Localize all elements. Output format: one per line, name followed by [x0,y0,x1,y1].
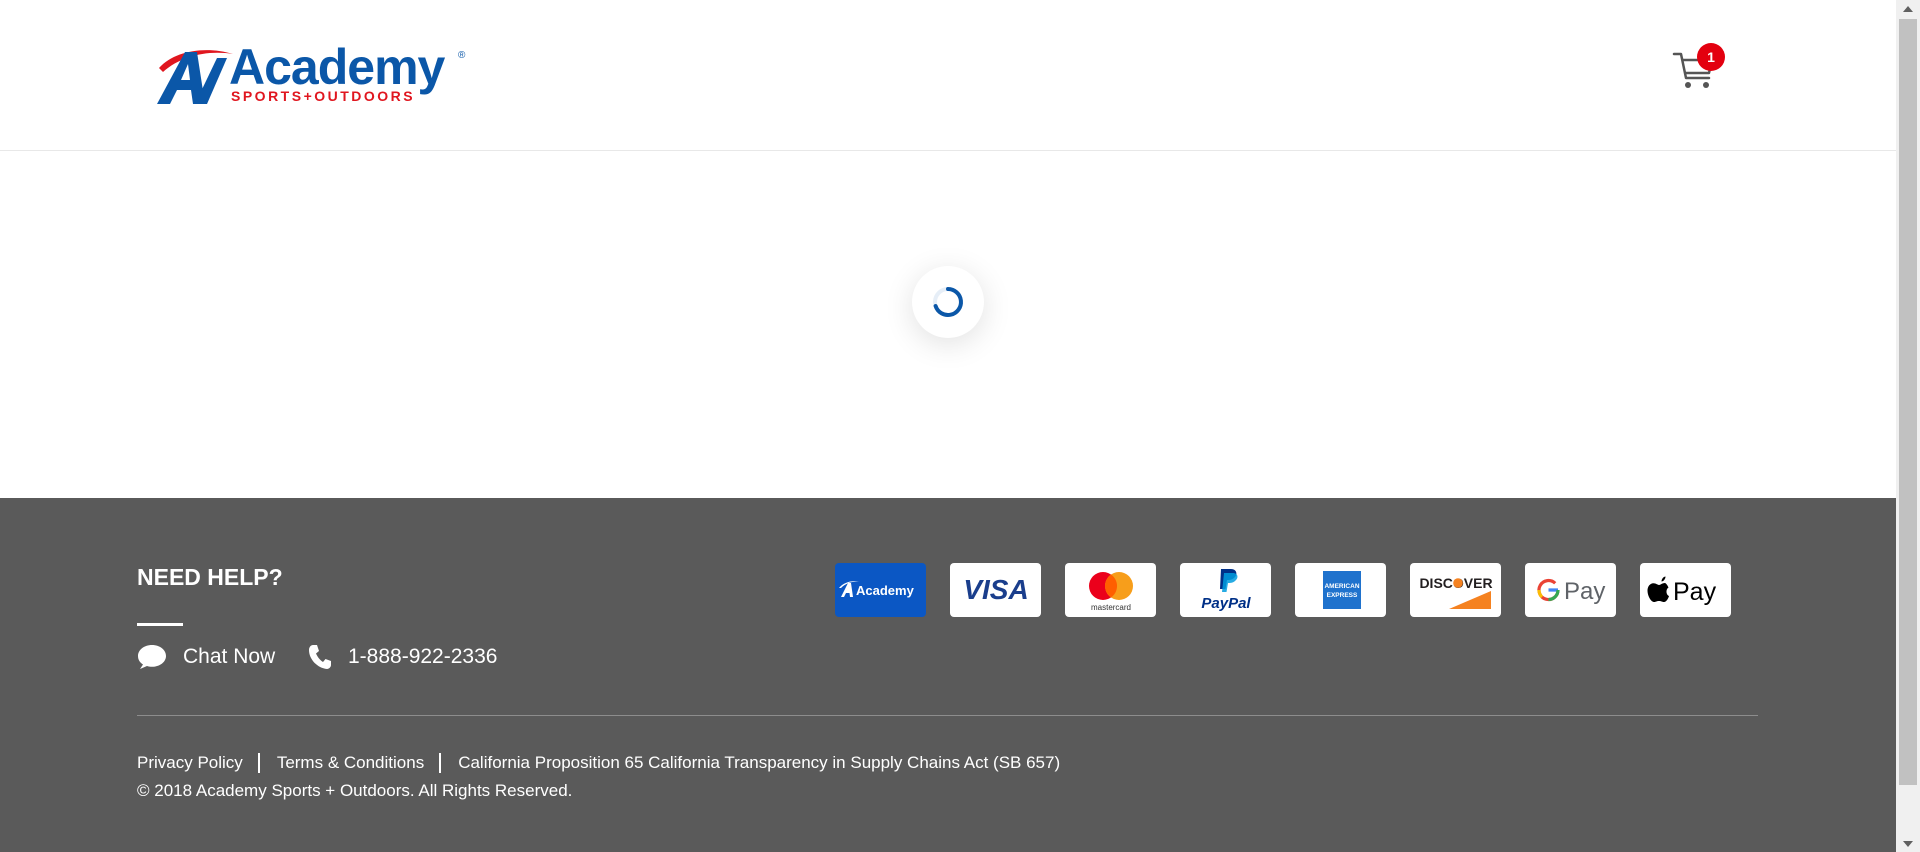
svg-text:PayPal: PayPal [1201,595,1251,612]
svg-text:Academy: Academy [856,583,915,598]
spinner-icon [933,287,963,317]
svg-text:EXPRESS: EXPRESS [1326,592,1357,599]
scroll-up-arrow-icon[interactable] [1896,0,1920,17]
phone-number: 1-888-922-2336 [348,645,498,668]
chat-now-link[interactable]: Chat Now [137,644,275,670]
link-separator [257,753,260,773]
svg-text:Pay: Pay [1673,578,1717,606]
phone-link[interactable]: 1-888-922-2336 [308,644,497,670]
svg-text:AMERICAN: AMERICAN [1324,583,1359,590]
page-scrollbar[interactable] [1896,0,1920,852]
scroll-down-arrow-icon[interactable] [1896,835,1920,852]
loading-spinner [912,266,984,338]
chat-now-label: Chat Now [183,645,276,668]
svg-text:VISA: VISA [963,574,1028,605]
link-separator [439,753,442,773]
footer-divider [137,715,1758,716]
logo-tagline: SPORTS+OUTDOORS [231,88,416,104]
academy-logo[interactable]: Academy ® SPORTS+OUTDOORS [155,39,475,108]
scrollbar-thumb[interactable] [1899,19,1917,785]
apple-pay-icon: Pay [1640,563,1731,617]
paypal-icon: PayPal [1180,563,1271,617]
chat-bubble-icon [138,645,166,669]
privacy-policy-link[interactable]: Privacy Policy [137,753,243,773]
mastercard-icon: mastercard [1065,563,1156,617]
amex-icon: AMERICAN EXPRESS [1295,563,1386,617]
discover-icon: DISCOVER [1410,563,1501,617]
site-header: Academy ® SPORTS+OUTDOORS 1 [0,0,1896,151]
site-footer: NEED HELP? Chat Now 1-888-922-2336 Acade… [0,498,1896,852]
legal-links: Privacy Policy Terms & Conditions Califo… [137,753,1060,773]
phone-icon [309,645,331,669]
terms-conditions-link[interactable]: Terms & Conditions [277,753,424,773]
heading-underline [137,623,183,626]
prop65-transparency-link[interactable]: California Proposition 65 California Tra… [458,753,1060,773]
copyright-text: © 2018 Academy Sports + Outdoors. All Ri… [137,781,573,800]
google-pay-icon: Pay [1525,563,1616,617]
svg-text:mastercard: mastercard [1090,603,1130,612]
visa-icon: VISA [950,563,1041,617]
academy-card-icon: Academy [835,563,926,617]
registered-mark: ® [458,50,466,61]
academy-a-mark-icon [157,50,233,104]
svg-text:Pay: Pay [1564,578,1605,605]
need-help-heading: NEED HELP? [137,564,283,590]
cart-count-badge: 1 [1697,43,1725,71]
payment-methods: Academy VISA mastercard PayPal AMERICAN … [835,563,1731,617]
